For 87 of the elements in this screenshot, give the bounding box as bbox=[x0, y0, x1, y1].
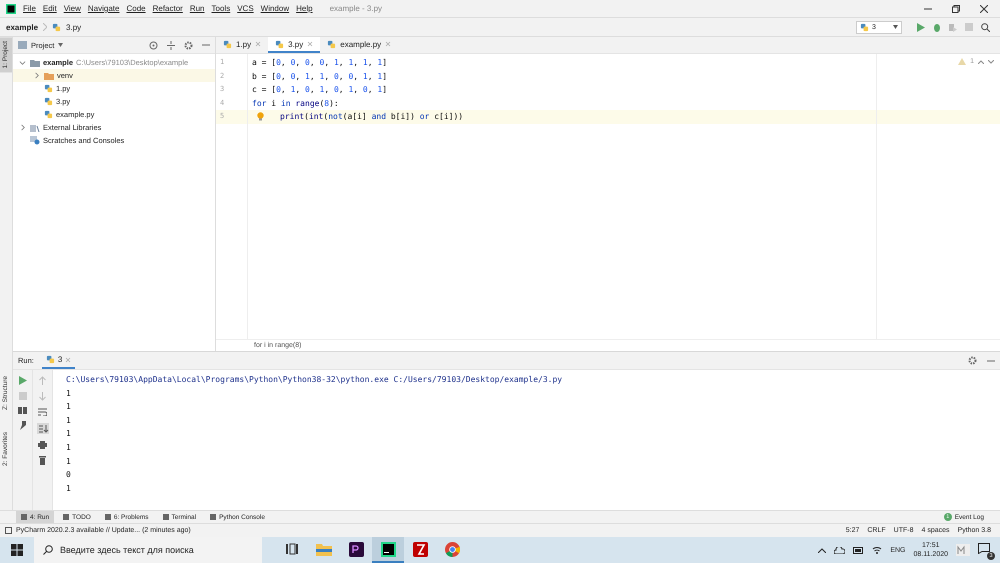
print-icon[interactable] bbox=[38, 441, 47, 449]
folder-icon[interactable] bbox=[316, 542, 332, 556]
caret-icon[interactable] bbox=[58, 43, 64, 47]
collapse-icon[interactable] bbox=[167, 40, 175, 50]
code-line: b = [0, 0, 1, 1, 0, 0, 1, 1] bbox=[251, 72, 388, 81]
breadcrumb-item[interactable]: example bbox=[6, 22, 38, 32]
console-output: 0 bbox=[66, 469, 72, 482]
soft-wrap-icon[interactable] bbox=[38, 408, 47, 416]
lightbulb-icon[interactable] bbox=[257, 112, 264, 122]
tool-window-icon bbox=[104, 514, 111, 520]
editor-tab[interactable]: 1.py bbox=[216, 37, 268, 53]
breadcrumb-item[interactable]: 3.py bbox=[66, 22, 82, 32]
console-output: 1 bbox=[66, 456, 72, 468]
scratches-icon bbox=[30, 136, 40, 145]
wifi-icon[interactable] bbox=[872, 546, 882, 554]
python-file-icon bbox=[46, 355, 55, 364]
search-icon[interactable] bbox=[43, 545, 53, 555]
layout-icon[interactable] bbox=[18, 407, 27, 414]
search-icon[interactable] bbox=[981, 22, 990, 32]
run-icon[interactable] bbox=[18, 376, 26, 385]
cloud-icon[interactable] bbox=[834, 546, 846, 554]
library-icon bbox=[30, 124, 40, 132]
chevron-down-icon[interactable] bbox=[988, 60, 994, 64]
panel-toggle-icon[interactable] bbox=[5, 527, 12, 534]
chevron-down-icon[interactable] bbox=[19, 59, 26, 66]
chevron-right-icon[interactable] bbox=[19, 124, 26, 131]
tool-window-icon bbox=[21, 514, 27, 520]
editor-tab[interactable]: example.py bbox=[320, 37, 398, 53]
menu-item[interactable]: Tools bbox=[212, 4, 230, 13]
pin-icon[interactable] bbox=[18, 421, 26, 430]
python-file-icon bbox=[52, 22, 62, 32]
minimize-icon[interactable] bbox=[202, 44, 210, 46]
settings-icon[interactable] bbox=[968, 356, 977, 365]
browser-icon[interactable] bbox=[444, 542, 460, 556]
code-line: print(int(not(a[i] and b[i]) or c[i])) bbox=[279, 112, 464, 122]
close-icon[interactable] bbox=[980, 4, 988, 12]
menu-item[interactable]: View bbox=[64, 4, 81, 13]
console-output: 1 bbox=[66, 414, 72, 427]
console-output: 1 bbox=[66, 442, 72, 454]
chevron-up-icon[interactable] bbox=[818, 548, 826, 552]
caret-icon[interactable] bbox=[893, 25, 898, 29]
console-output: 1 bbox=[66, 482, 72, 495]
menu-item[interactable]: VCS bbox=[237, 4, 254, 13]
battery-icon[interactable] bbox=[853, 546, 864, 554]
menu-item[interactable]: Navigate bbox=[88, 4, 120, 13]
app-tray-icon[interactable] bbox=[956, 544, 970, 556]
menu-item[interactable]: File bbox=[23, 4, 36, 13]
chevron-right-icon[interactable] bbox=[33, 72, 40, 79]
code-line: a = [0, 0, 0, 0, 1, 1, 1, 1] bbox=[251, 58, 388, 68]
bug-icon[interactable] bbox=[933, 22, 941, 32]
panel-icon bbox=[18, 41, 27, 49]
editor-tab[interactable]: 3.py bbox=[268, 37, 320, 53]
restore-icon[interactable] bbox=[952, 4, 960, 12]
python-file-icon bbox=[327, 40, 336, 48]
tool-window-icon bbox=[210, 514, 216, 520]
start-icon[interactable] bbox=[11, 544, 23, 556]
video-editor-icon[interactable] bbox=[348, 542, 364, 556]
menu-item[interactable]: Refactor bbox=[152, 4, 183, 13]
python-file-icon bbox=[275, 40, 284, 48]
window-title: example - 3.py bbox=[330, 4, 382, 13]
task-view-icon[interactable] bbox=[286, 543, 298, 555]
console-output: 1 bbox=[66, 388, 72, 400]
console-command: C:\Users\79103\AppData\Local\Programs\Python\Python38-32\python.exe C:/Users/79103/Desktop/example/3.py bbox=[66, 374, 564, 386]
tool-window-icon bbox=[162, 514, 169, 520]
code-line: c = [0, 1, 0, 1, 0, 1, 0, 1] bbox=[251, 85, 388, 94]
search-field[interactable]: Введите здесь текст для поиска bbox=[34, 537, 262, 563]
separator-icon bbox=[43, 23, 48, 31]
menu-item[interactable]: Edit bbox=[42, 4, 57, 13]
menu-item[interactable]: Code bbox=[126, 4, 146, 13]
python-file-icon bbox=[860, 22, 869, 32]
code-line: for i in range(8): bbox=[251, 98, 339, 108]
menu-item[interactable]: Run bbox=[190, 4, 205, 13]
console-output: 1 bbox=[66, 428, 72, 440]
scroll-to-end-icon[interactable] bbox=[36, 423, 48, 434]
ide-icon[interactable] bbox=[380, 542, 396, 556]
tool-window-icon bbox=[63, 514, 70, 520]
trash-icon[interactable] bbox=[39, 456, 46, 465]
menu-item[interactable]: Help bbox=[296, 4, 313, 13]
settings-icon[interactable] bbox=[184, 40, 193, 50]
python-file-icon bbox=[223, 40, 232, 48]
app-logo-icon bbox=[6, 4, 16, 14]
ftp-client-icon[interactable] bbox=[412, 542, 428, 556]
console-output: 1 bbox=[66, 401, 72, 414]
menu-item[interactable]: Window bbox=[260, 4, 290, 13]
minimize-icon[interactable] bbox=[987, 360, 995, 362]
run-icon[interactable] bbox=[917, 22, 925, 32]
target-icon[interactable] bbox=[149, 40, 158, 50]
